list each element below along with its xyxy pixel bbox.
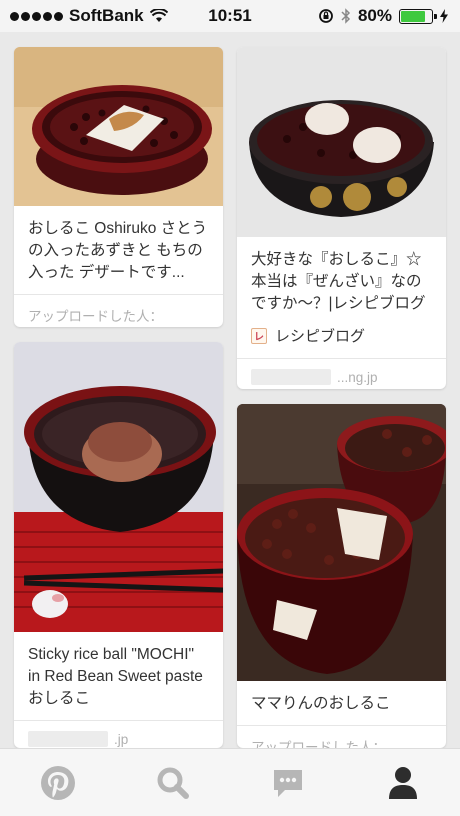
pin-domain: ...ng.jp: [337, 369, 378, 385]
battery-fill: [401, 10, 425, 22]
pin-card[interactable]: おしるこ Oshiruko さとうの入ったあずきと もちの入った デザートです.…: [14, 47, 223, 327]
bluetooth-icon: [341, 8, 351, 24]
tab-home[interactable]: [28, 758, 88, 808]
pin-uploader: アップロードした人：: [237, 725, 446, 748]
profile-icon: [388, 766, 417, 799]
pin-domain: .jp: [114, 731, 129, 747]
pin-image-oshiruko-black-bowl[interactable]: [237, 47, 446, 237]
tab-profile[interactable]: [373, 758, 433, 808]
pinterest-home-icon: [40, 765, 75, 800]
source-name: レシピブログ: [275, 328, 366, 345]
pin-source[interactable]: レ レシピブログ: [237, 325, 446, 358]
carrier-name: SoftBank: [69, 6, 144, 25]
pin-image-mamarin-oshiruko[interactable]: [237, 404, 446, 681]
recipe-blog-favicon-icon: レ: [251, 327, 267, 344]
search-icon: [157, 767, 189, 799]
status-bar-right: 80%: [318, 6, 448, 26]
messages-icon: [273, 769, 302, 797]
uploader-label: アップロードした人：: [28, 309, 163, 324]
battery-icon: [399, 8, 437, 24]
wifi-icon: [149, 9, 168, 22]
charging-icon: [440, 9, 448, 23]
pin-card[interactable]: ママりんのおしるこ アップロードした人：: [237, 404, 446, 748]
pin-card[interactable]: 大好きな『おしるこ』☆本当は『ぜんざい』なのですか〜？|レシピブログ レ レシピ…: [237, 47, 446, 389]
status-bar-left: SoftBank: [10, 6, 168, 26]
tab-messages[interactable]: [258, 758, 318, 808]
pin-card[interactable]: Sticky rice ball "MOCHI" in Red Bean Swe…: [14, 342, 223, 748]
pin-title: おしるこ Oshiruko さとうの入ったあずきと もちの入った デザートです.…: [28, 220, 208, 281]
tab-search[interactable]: [143, 758, 203, 808]
pin-domain-row: .jp: [14, 720, 223, 748]
pin-uploader: アップロードした人：: [14, 294, 223, 327]
pin-feed[interactable]: おしるこ Oshiruko さとうの入ったあずきと もちの入った デザートです.…: [0, 32, 460, 748]
uploader-label: アップロードした人：: [251, 740, 386, 748]
blurred-domain: [251, 369, 331, 385]
pin-title: 大好きな『おしるこ』☆本当は『ぜんざい』なのですか〜？|レシピブログ: [251, 251, 426, 312]
status-bar: SoftBank 10:51 80%: [0, 0, 460, 32]
pin-domain-row: ...ng.jp: [237, 358, 446, 389]
battery-percent: 80%: [357, 6, 392, 25]
signal-strength-icon: [10, 11, 63, 21]
blurred-domain: [28, 731, 108, 747]
pin-title: Sticky rice ball "MOCHI" in Red Bean Swe…: [28, 646, 203, 707]
pin-image-mochi-red-bean[interactable]: [14, 342, 223, 632]
rotation-lock-icon: [319, 9, 333, 23]
pin-image-oshiruko-mochi[interactable]: [14, 47, 223, 206]
pin-title: ママりんのおしるこ: [251, 695, 391, 712]
tab-bar: [0, 748, 460, 816]
